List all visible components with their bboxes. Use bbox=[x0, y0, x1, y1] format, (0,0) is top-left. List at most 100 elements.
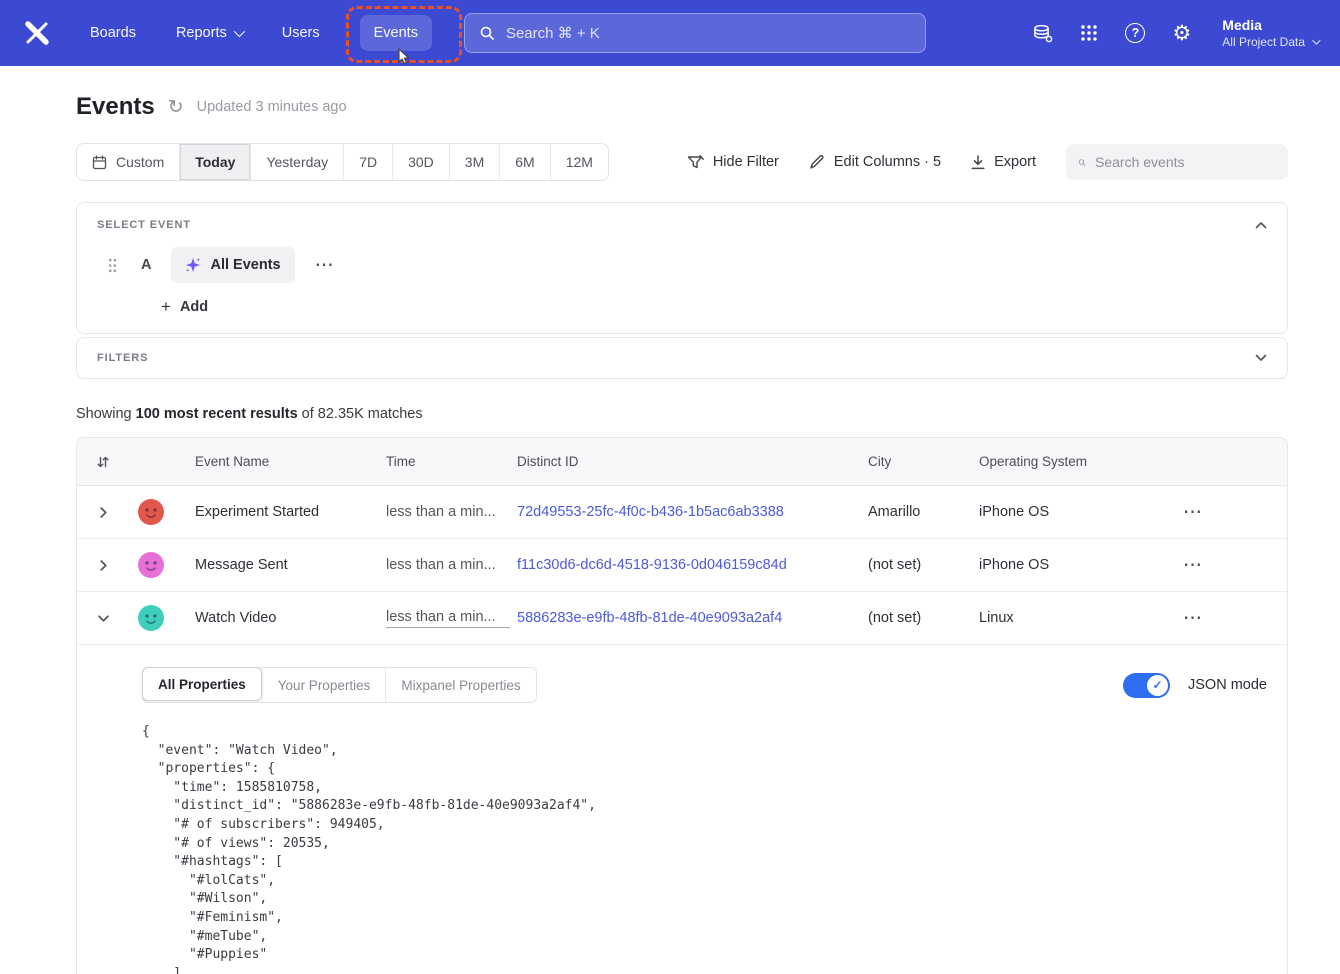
col-os[interactable]: Operating System bbox=[979, 454, 1157, 469]
date-today-button[interactable]: Today bbox=[179, 144, 250, 180]
date-6m-button[interactable]: 6M bbox=[499, 144, 549, 180]
date-custom-label: Custom bbox=[116, 154, 164, 170]
tab-all-properties[interactable]: All Properties bbox=[142, 667, 262, 701]
distinct-id-link[interactable]: 5886283e-e9fb-48fb-81de-40e9093a2af4 bbox=[517, 610, 868, 626]
filters-label: FILTERS bbox=[97, 352, 148, 364]
select-event-panel: SELECT EVENT A All Events ⋯ bbox=[76, 202, 1288, 334]
results-summary: Showing 100 most recent results of 82.35… bbox=[76, 406, 1288, 422]
json-properties-view: { "event": "Watch Video", "properties": … bbox=[142, 723, 1267, 974]
edit-columns-label: Edit Columns · 5 bbox=[834, 154, 941, 170]
plus-icon: + bbox=[161, 298, 171, 315]
main-content: Events ↻ Updated 3 minutes ago Custom To… bbox=[76, 93, 1288, 974]
project-selector[interactable]: Media All Project Data bbox=[1222, 16, 1318, 50]
navbar-right: ? ⚙ Media All Project Data bbox=[1032, 16, 1318, 50]
filters-panel[interactable]: FILTERS bbox=[76, 337, 1288, 379]
os-cell: Linux bbox=[979, 610, 1157, 626]
expand-row-button[interactable] bbox=[77, 507, 129, 518]
global-search-input[interactable] bbox=[506, 25, 911, 42]
project-name: Media bbox=[1222, 16, 1318, 34]
search-events-box[interactable] bbox=[1066, 144, 1288, 180]
col-distinct-id[interactable]: Distinct ID bbox=[517, 454, 868, 469]
edit-columns-button[interactable]: Edit Columns · 5 bbox=[809, 154, 941, 170]
events-table: Event Name Time Distinct ID City Operati… bbox=[76, 437, 1288, 974]
expand-row-button[interactable] bbox=[77, 560, 129, 571]
avatar-face-icon bbox=[138, 552, 164, 578]
tab-your-properties[interactable]: Your Properties bbox=[262, 668, 386, 702]
event-query-row: A All Events ⋯ bbox=[97, 247, 1267, 283]
city-cell: (not set) bbox=[868, 610, 979, 626]
export-label: Export bbox=[994, 154, 1036, 170]
json-mode-toggle[interactable]: ✓ bbox=[1123, 673, 1170, 698]
export-button[interactable]: Export bbox=[971, 154, 1036, 170]
col-time[interactable]: Time bbox=[386, 454, 517, 469]
apps-grid-icon[interactable] bbox=[1080, 24, 1098, 42]
event-selector-chip[interactable]: All Events bbox=[171, 247, 294, 283]
results-prefix: Showing bbox=[76, 406, 136, 422]
event-row-letter: A bbox=[141, 257, 151, 273]
table-row: Message Sent less than a min... f11c30d6… bbox=[77, 539, 1287, 592]
data-management-icon[interactable] bbox=[1032, 24, 1053, 43]
table-row: Experiment Started less than a min... 72… bbox=[77, 486, 1287, 539]
refresh-icon[interactable]: ↻ bbox=[168, 98, 184, 117]
toolbar-right: Hide Filter Edit Columns · 5 Export bbox=[687, 144, 1288, 180]
settings-icon[interactable]: ⚙ bbox=[1172, 23, 1191, 44]
col-city[interactable]: City bbox=[868, 454, 979, 469]
gear-glyph: ⚙ bbox=[1172, 23, 1191, 44]
download-icon bbox=[971, 155, 985, 170]
date-3m-button[interactable]: 3M bbox=[449, 144, 499, 180]
date-7d-button[interactable]: 7D bbox=[343, 144, 392, 180]
event-avatar bbox=[138, 499, 164, 525]
search-icon bbox=[479, 25, 495, 41]
row-more-button[interactable]: ⋯ bbox=[1157, 501, 1229, 524]
sort-icon[interactable] bbox=[77, 455, 129, 469]
time-cell: less than a min... bbox=[386, 557, 517, 573]
time-cell: less than a min... bbox=[386, 504, 517, 520]
check-icon: ✓ bbox=[1152, 678, 1162, 692]
event-name-cell: Watch Video bbox=[195, 610, 386, 626]
row-more-button[interactable]: ⋯ bbox=[1157, 607, 1229, 630]
event-name-cell: Message Sent bbox=[195, 557, 386, 573]
updated-text: Updated 3 minutes ago bbox=[197, 99, 347, 115]
global-search[interactable] bbox=[464, 13, 926, 53]
add-event-button[interactable]: + Add bbox=[161, 298, 208, 315]
event-more-button[interactable]: ⋯ bbox=[307, 254, 343, 277]
nav-users[interactable]: Users bbox=[282, 25, 320, 41]
event-avatar bbox=[138, 552, 164, 578]
time-cell: less than a min... bbox=[386, 609, 510, 628]
date-30d-button[interactable]: 30D bbox=[392, 144, 449, 180]
row-detail-panel: All Properties Your Properties Mixpanel … bbox=[77, 645, 1287, 974]
help-icon[interactable]: ? bbox=[1125, 23, 1145, 43]
nav-events[interactable]: Events bbox=[360, 15, 432, 51]
pencil-icon bbox=[809, 154, 825, 170]
search-events-input[interactable] bbox=[1095, 154, 1276, 170]
tab-mixpanel-properties[interactable]: Mixpanel Properties bbox=[385, 668, 535, 702]
nav-reports[interactable]: Reports bbox=[176, 25, 242, 41]
date-range-selector: Custom Today Yesterday 7D 30D 3M 6M 12M bbox=[76, 143, 609, 181]
col-event-name[interactable]: Event Name bbox=[195, 454, 386, 469]
page-header: Events ↻ Updated 3 minutes ago bbox=[76, 93, 1288, 121]
mixpanel-logo-icon bbox=[24, 20, 50, 46]
hide-filter-button[interactable]: Hide Filter bbox=[687, 154, 779, 170]
json-mode-label: JSON mode bbox=[1188, 677, 1267, 693]
event-name-cell: Experiment Started bbox=[195, 504, 386, 520]
distinct-id-link[interactable]: f11c30d6-dc6d-4518-9136-0d046159c84d bbox=[517, 557, 868, 573]
table-header-row: Event Name Time Distinct ID City Operati… bbox=[77, 438, 1287, 486]
results-count: 100 most recent results bbox=[136, 406, 298, 422]
date-yesterday-button[interactable]: Yesterday bbox=[250, 144, 343, 180]
row-more-button[interactable]: ⋯ bbox=[1157, 554, 1229, 577]
event-spark-icon bbox=[185, 257, 201, 273]
distinct-id-link[interactable]: 72d49553-25fc-4f0c-b436-1b5ac6ab3388 bbox=[517, 504, 868, 520]
collapse-row-button[interactable] bbox=[77, 613, 129, 624]
mixpanel-logo[interactable] bbox=[22, 18, 52, 48]
expand-panel-icon[interactable] bbox=[1255, 354, 1267, 362]
hide-filter-label: Hide Filter bbox=[713, 154, 779, 170]
date-12m-button[interactable]: 12M bbox=[550, 144, 608, 180]
calendar-icon bbox=[92, 155, 107, 170]
drag-handle-icon[interactable] bbox=[108, 258, 117, 273]
nav-events-wrap: Events bbox=[360, 15, 432, 51]
chevron-down-icon bbox=[233, 26, 244, 37]
collapse-panel-icon[interactable] bbox=[1255, 221, 1267, 229]
date-custom-button[interactable]: Custom bbox=[77, 144, 179, 180]
results-suffix: of 82.35K matches bbox=[298, 406, 423, 422]
nav-boards[interactable]: Boards bbox=[90, 25, 136, 41]
